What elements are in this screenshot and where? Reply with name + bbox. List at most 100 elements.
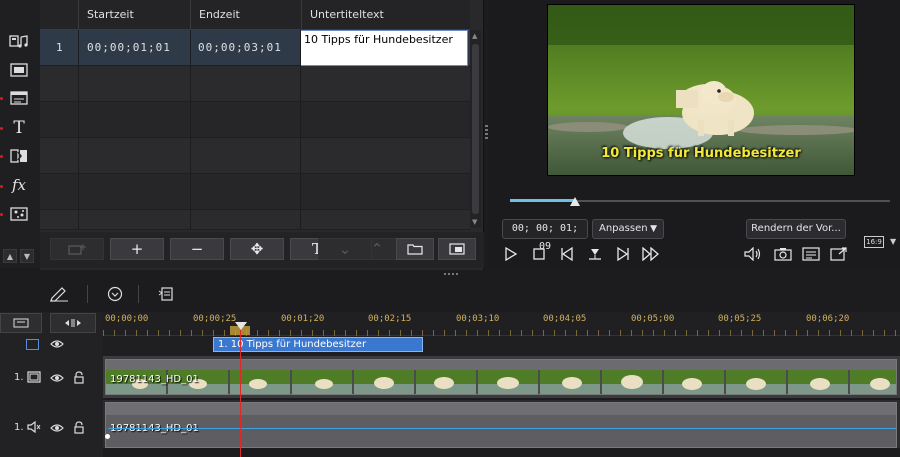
subtitle-track-icon [26, 339, 39, 350]
chevron-down-circle-icon[interactable] [104, 284, 126, 304]
ruler-tick: 00;00;25 [193, 314, 237, 324]
previous-frame-button[interactable] [556, 244, 578, 264]
video-thumbnail [230, 370, 290, 394]
ruler-tick: 00;05;25 [718, 314, 762, 324]
audio-volume-line[interactable] [108, 428, 896, 429]
preview-progress-fill [510, 199, 575, 202]
media-library-icon[interactable] [6, 30, 32, 54]
subtitle-toggle-icon[interactable] [800, 244, 822, 264]
title-icon[interactable]: T [6, 116, 32, 140]
editor-window: T fx ▲ ▼ Startzeit Endzeit Untertiteltex… [0, 0, 900, 457]
next-frame-button[interactable] [612, 244, 634, 264]
fast-forward-button[interactable] [640, 244, 662, 264]
ruler-tick: 00;04;05 [543, 314, 587, 324]
column-divider [78, 30, 79, 230]
external-display-icon[interactable] [828, 244, 850, 264]
preview-panel: 10 Tipps für Hundebesitzer 00; 00; 01; 0… [488, 0, 900, 270]
indicator-dot [0, 127, 3, 130]
table-row-empty [40, 66, 470, 102]
clip-title-bar [106, 403, 896, 415]
video-track-icon [27, 371, 41, 386]
subtitle-button-row: + − ✥ T ⌃ [40, 232, 484, 268]
snapshot-camera-icon[interactable] [772, 244, 794, 264]
effects-icon[interactable]: fx [6, 173, 32, 197]
fit-timeline-button[interactable] [50, 313, 96, 333]
indicator-dot [0, 97, 3, 100]
add-subtitle-button[interactable]: + [110, 238, 164, 260]
video-thumbnail [540, 370, 600, 394]
table-row-empty [40, 138, 470, 174]
subtitle-text-editor[interactable]: 10 Tipps für Hundebesitzer [300, 30, 468, 66]
scroll-down-button[interactable]: ▼ [20, 249, 34, 263]
particle-icon[interactable] [6, 202, 32, 226]
video-clip[interactable]: 19781143_HD_01 [105, 359, 897, 395]
chevron-down-icon: ▼ [650, 224, 657, 234]
video-thumbnail [850, 370, 896, 394]
indicator-dot [0, 185, 3, 188]
ruler-tick: 00;00;00 [105, 314, 149, 324]
scrollbar-thumb[interactable] [472, 44, 479, 214]
transition-icon[interactable] [6, 144, 32, 168]
chevron-down-icon[interactable]: ▼ [890, 237, 896, 246]
visibility-eye-icon[interactable] [50, 338, 64, 353]
track-view-button[interactable] [0, 313, 42, 333]
clip-title-bar [106, 360, 896, 370]
folder-button[interactable] [396, 238, 434, 260]
lock-icon[interactable] [73, 371, 85, 387]
column-divider [190, 30, 191, 230]
scroll-up-arrow-icon[interactable]: ▲ [472, 32, 477, 40]
timecode-display[interactable]: 00; 00; 01; 09 [502, 219, 588, 252]
volume-keyframe[interactable] [105, 434, 110, 439]
preview-scrubber-knob[interactable] [570, 197, 580, 206]
video-preview[interactable]: 10 Tipps für Hundebesitzer [547, 4, 855, 176]
remove-subtitle-button[interactable]: − [170, 238, 224, 260]
horizontal-splitter[interactable] [444, 273, 460, 275]
video-thumbnail [602, 370, 662, 394]
fit-mode-label: Anpassen [599, 223, 648, 234]
render-preview-button[interactable]: Rendern der Vor... [746, 219, 846, 239]
subtitle-icon[interactable] [6, 86, 32, 110]
playhead-handle[interactable] [235, 322, 247, 330]
video-thumbnail [788, 370, 848, 394]
ruler-tick: 00;06;20 [806, 314, 850, 324]
timeline-toolbar [0, 276, 900, 310]
stop-button[interactable] [528, 244, 550, 264]
ruler-tick: 00;03;10 [456, 314, 500, 324]
video-thumbnail [664, 370, 724, 394]
playhead-line[interactable] [240, 330, 241, 457]
ruler-tick: 00;05;00 [631, 314, 675, 324]
chapter-marker-icon[interactable] [155, 284, 177, 304]
audio-track-icon [27, 420, 41, 436]
preview-subtitle-button[interactable] [438, 238, 476, 260]
scroll-up-button[interactable]: ▲ [3, 249, 17, 263]
audio-clip[interactable]: 19781143_HD_01 [105, 402, 897, 448]
indicator-dot [0, 213, 3, 216]
toolbar-divider [87, 285, 88, 303]
column-subtitle-text[interactable]: Untertiteltext [301, 0, 470, 30]
row-index: 1 [56, 41, 64, 54]
volume-icon[interactable] [742, 244, 764, 264]
row-start-time[interactable]: 00;00;01;01 [87, 30, 171, 66]
import-subtitle-button[interactable] [50, 238, 104, 260]
fit-mode-dropdown[interactable]: Anpassen ▼ [592, 219, 664, 239]
scroll-down-arrow-icon[interactable]: ▼ [472, 218, 477, 226]
column-start-time[interactable]: Startzeit [78, 0, 190, 30]
subtitle-clip[interactable]: 1. 10 Tipps für Hundebesitzer [213, 337, 423, 352]
aspect-ratio-badge[interactable]: 16:9 [864, 236, 884, 248]
lock-icon[interactable] [73, 421, 85, 437]
mark-button[interactable] [584, 244, 606, 264]
edit-pen-icon[interactable] [48, 284, 70, 304]
table-scrollbar[interactable]: ▲ ▼ [470, 30, 481, 228]
subtitle-panel: Startzeit Endzeit Untertiteltext 1 00;00… [40, 0, 484, 270]
audio-track-number: 1. [14, 422, 24, 433]
play-button[interactable] [500, 244, 522, 264]
table-row-empty [40, 210, 470, 230]
visibility-eye-icon[interactable] [50, 422, 64, 437]
visibility-eye-icon[interactable] [50, 372, 64, 387]
video-icon[interactable] [6, 58, 32, 82]
move-down-button[interactable]: ⌄ [318, 238, 372, 260]
row-end-time[interactable]: 00;00;03;01 [198, 30, 282, 66]
move-subtitle-button[interactable]: ✥ [230, 238, 284, 260]
subtitle-overlay-text: 10 Tipps für Hundebesitzer [601, 146, 801, 161]
column-end-time[interactable]: Endzeit [190, 0, 301, 30]
